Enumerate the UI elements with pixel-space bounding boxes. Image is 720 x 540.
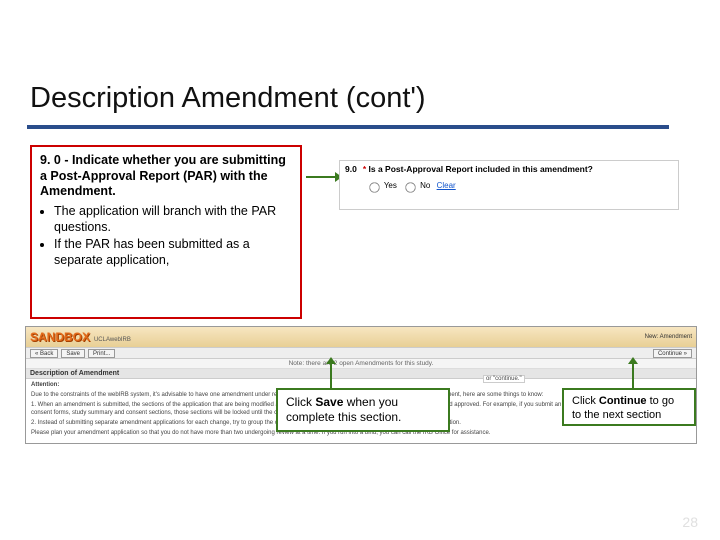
question-number: 9.0 [345, 164, 357, 174]
back-button[interactable]: « Back [30, 349, 58, 358]
instruction-bullet-2: If the PAR has been submitted as a separ… [54, 237, 292, 268]
radio-yes-input[interactable] [369, 182, 379, 192]
print-button[interactable]: Print... [88, 349, 115, 358]
sandbox-toolbar: « Back Save Print... Continue » [26, 347, 696, 359]
page-number: 28 [682, 514, 698, 530]
sandbox-header: SANDBOX UCLAwebIRB New: Amendment [26, 327, 696, 347]
arrow-to-continue [572, 363, 644, 388]
instruction-bullet-1: The application will branch with the PAR… [54, 204, 292, 235]
sandbox-logo: SANDBOX [30, 330, 90, 344]
continue-quote: or "continue." [483, 375, 525, 383]
instruction-list: The application will branch with the PAR… [54, 204, 292, 269]
radio-no[interactable]: No [399, 181, 430, 190]
slide: Description Amendment (cont') 9. 0 - Ind… [0, 0, 720, 540]
radio-yes[interactable]: Yes [363, 181, 397, 190]
page-title: Description Amendment (cont') [30, 82, 426, 115]
save-callout: Click Save when you complete this sectio… [276, 388, 450, 432]
continue-callout: Click Continue to go to the next section [562, 388, 696, 426]
attention-label: Attention: [31, 382, 59, 388]
instruction-heading: 9. 0 - Indicate whether you are submitti… [40, 153, 286, 198]
form-question-snippet: 9.0 * Is a Post-Approval Report included… [339, 160, 679, 210]
question-text: Is a Post-Approval Report included in th… [369, 164, 593, 174]
clear-link[interactable]: Clear [437, 181, 456, 190]
sandbox-header-right: New: Amendment [645, 334, 692, 340]
save-button[interactable]: Save [61, 349, 85, 358]
arrow-to-form [306, 176, 336, 178]
radio-row: Yes No Clear [363, 178, 593, 194]
instruction-box: 9. 0 - Indicate whether you are submitti… [30, 145, 302, 319]
arrow-to-save [330, 363, 332, 388]
continue-button[interactable]: Continue » [653, 349, 692, 358]
sandbox-sublogo: UCLAwebIRB [94, 337, 131, 343]
title-underline [27, 125, 669, 129]
required-star: * [363, 164, 366, 174]
radio-no-input[interactable] [405, 182, 415, 192]
